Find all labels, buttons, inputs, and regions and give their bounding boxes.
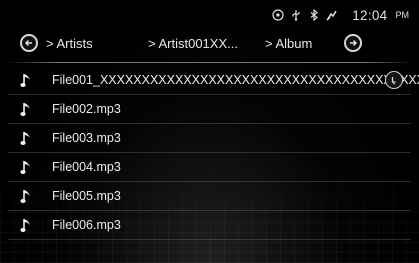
breadcrumb: > Artists > Artist001XX... > Album xyxy=(0,30,419,60)
music-note-icon xyxy=(20,158,34,176)
file-list: File001_XXXXXXXXXXXXXXXXXXXXXXXXXXXXXXXX… xyxy=(0,66,419,240)
file-name: File002.mp3 xyxy=(52,102,121,116)
forward-button[interactable] xyxy=(344,34,362,52)
file-name: File001_XXXXXXXXXXXXXXXXXXXXXXXXXXXXXXXX… xyxy=(52,73,419,87)
right-arrow-icon xyxy=(350,39,358,47)
more-options-icon xyxy=(391,77,396,85)
list-item[interactable]: File002.mp3 xyxy=(8,95,411,124)
music-note-icon xyxy=(20,71,34,89)
list-item[interactable]: File001_XXXXXXXXXXXXXXXXXXXXXXXXXXXXXXXX… xyxy=(8,66,419,95)
breadcrumb-album[interactable]: > Album xyxy=(265,36,312,51)
nav-divider xyxy=(6,62,413,63)
left-arrow-icon xyxy=(24,39,32,47)
music-note-icon xyxy=(20,129,34,147)
list-item[interactable]: File006.mp3 xyxy=(8,211,411,240)
breadcrumb-artists[interactable]: > Artists xyxy=(46,36,93,51)
media-browser-screen: 12:04 PM > Artists > Artist001XX... > Alb… xyxy=(0,0,419,263)
file-name: File004.mp3 xyxy=(52,160,121,174)
bluetooth-icon xyxy=(308,8,320,22)
file-name: File005.mp3 xyxy=(52,189,121,203)
phone-signal-icon xyxy=(326,9,338,21)
back-button[interactable] xyxy=(20,34,38,52)
clock-ampm: PM xyxy=(395,10,410,20)
list-item[interactable]: File003.mp3 xyxy=(8,124,411,153)
clock-time: 12:04 xyxy=(352,7,388,23)
usb-icon xyxy=(290,9,302,21)
music-note-icon xyxy=(20,100,34,118)
list-item[interactable]: File004.mp3 xyxy=(8,153,411,182)
file-name: File006.mp3 xyxy=(52,218,121,232)
disc-icon xyxy=(272,9,284,21)
breadcrumb-artist[interactable]: > Artist001XX... xyxy=(148,36,238,51)
music-note-icon xyxy=(20,187,34,205)
status-bar: 12:04 PM xyxy=(272,6,409,24)
music-note-icon xyxy=(20,216,34,234)
more-options-button[interactable] xyxy=(385,71,403,89)
file-name: File003.mp3 xyxy=(52,131,121,145)
list-item[interactable]: File005.mp3 xyxy=(8,182,411,211)
